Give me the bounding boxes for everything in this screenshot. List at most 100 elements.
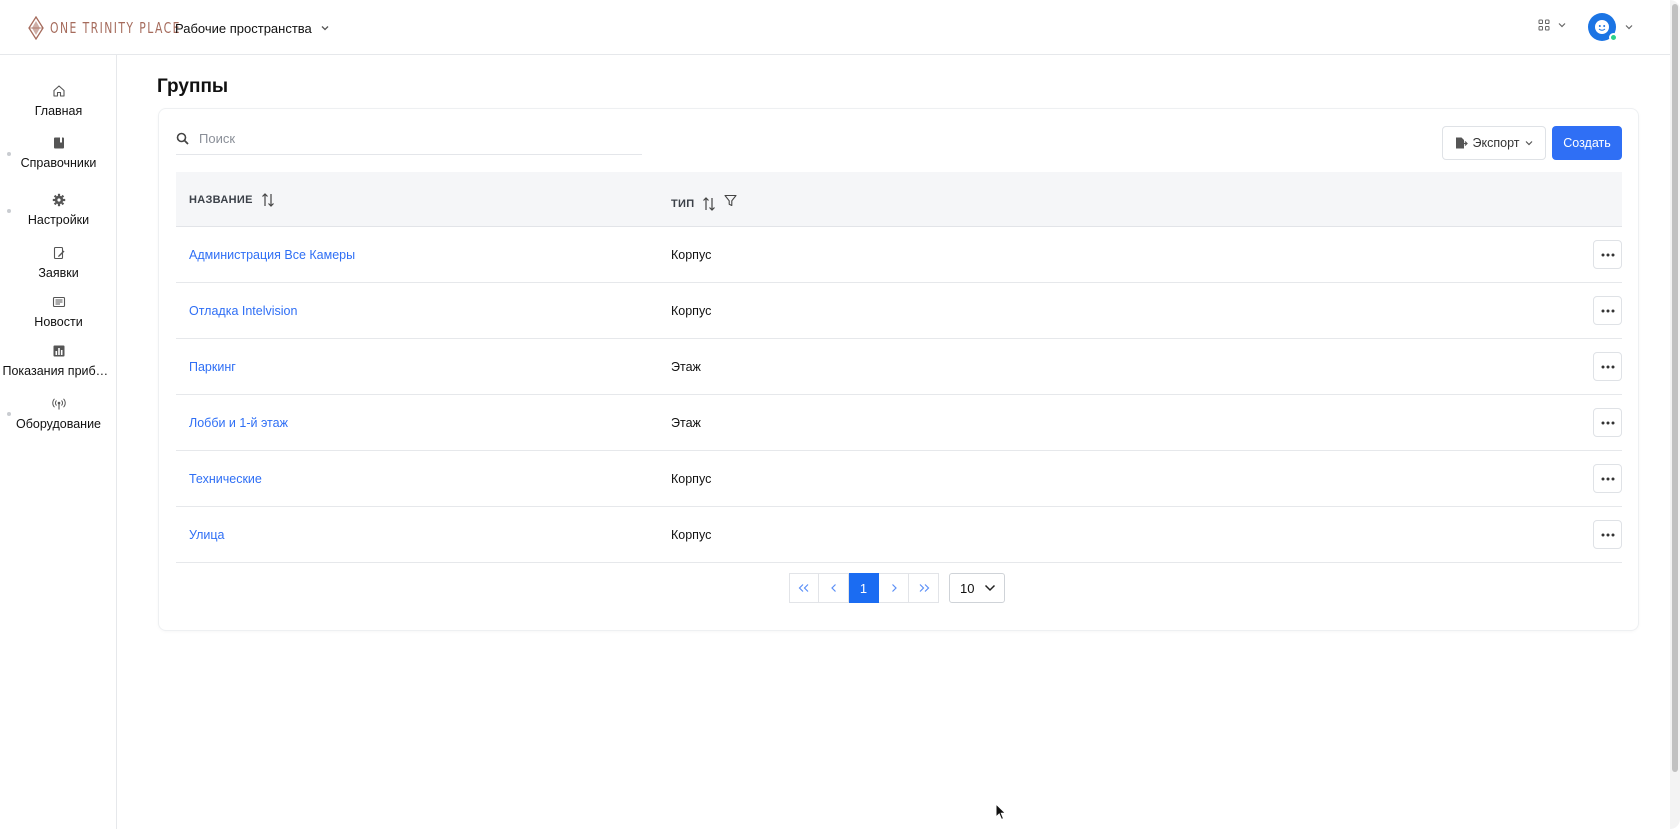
- search-icon: [176, 132, 189, 145]
- sidebar-item-requests[interactable]: Заявки: [0, 246, 117, 280]
- page-title: Группы: [157, 76, 229, 97]
- export-button[interactable]: Экспорт: [1442, 126, 1546, 160]
- row-actions-button[interactable]: [1593, 408, 1622, 437]
- group-type: Этаж: [671, 415, 701, 430]
- user-face-icon: [1595, 20, 1609, 34]
- search-bar: [176, 123, 642, 155]
- export-label: Экспорт: [1472, 136, 1520, 150]
- gear-icon: [52, 193, 65, 207]
- table-row: Улица Корпус: [176, 507, 1622, 563]
- double-chevron-right-icon: [919, 584, 929, 592]
- group-type: Корпус: [671, 527, 712, 542]
- pagination: 1 10: [789, 573, 1005, 603]
- antenna-icon: [51, 398, 66, 410]
- page-size-value: 10: [960, 580, 975, 596]
- group-type: Корпус: [671, 303, 712, 318]
- more-dots-icon: [1601, 421, 1614, 424]
- group-type: Корпус: [671, 471, 712, 486]
- more-dots-icon: [1601, 253, 1614, 256]
- group-name-link[interactable]: Технические: [189, 451, 262, 506]
- apps-menu-button[interactable]: [1538, 19, 1567, 31]
- more-dots-icon: [1601, 309, 1614, 312]
- row-actions-button[interactable]: [1593, 464, 1622, 493]
- scrollbar-thumb[interactable]: [1672, 4, 1678, 772]
- table-row: Паркинг Этаж: [176, 339, 1622, 395]
- page-number-button[interactable]: 1: [849, 573, 879, 603]
- last-page-button[interactable]: [909, 573, 939, 603]
- table-row: Администрация Все Камеры Корпус: [176, 227, 1622, 283]
- more-dots-icon: [1601, 477, 1614, 480]
- group-name-link[interactable]: Улица: [189, 507, 225, 562]
- row-actions-button[interactable]: [1593, 520, 1622, 549]
- chevron-right-icon: [891, 584, 897, 592]
- workspace-dropdown[interactable]: Рабочие пространства: [175, 18, 330, 38]
- sidebar-item-settings[interactable]: Настройки: [0, 193, 117, 227]
- row-actions-button[interactable]: [1593, 296, 1622, 325]
- grid-icon: [1538, 19, 1550, 31]
- sidebar-item-label: Новости: [34, 315, 83, 329]
- user-menu-button[interactable]: [1588, 13, 1634, 42]
- page-size-select[interactable]: 10: [949, 573, 1005, 603]
- brand-logo[interactable]: ONE TRINITY PLACE: [28, 16, 182, 40]
- filter-icon[interactable]: [724, 194, 737, 207]
- page-scrollbar[interactable]: [1670, 0, 1680, 829]
- chevron-down-icon: [321, 26, 329, 31]
- sidebar-item-home[interactable]: Главная: [0, 84, 117, 118]
- column-title: НАЗВАНИЕ: [189, 193, 253, 206]
- sidebar-item-label: Главная: [34, 104, 83, 118]
- chevron-down-icon: [1526, 141, 1533, 146]
- column-title: ТИП: [671, 197, 695, 210]
- chevron-down-icon: [1558, 23, 1566, 28]
- column-header-name: НАЗВАНИЕ: [189, 172, 275, 227]
- group-name-link[interactable]: Администрация Все Камеры: [189, 227, 355, 282]
- search-input[interactable]: [199, 131, 619, 146]
- prev-page-button[interactable]: [819, 573, 849, 603]
- chevron-down-icon: [984, 584, 996, 592]
- groups-card: Экспорт Создать НАЗВАНИЕ ТИП: [158, 108, 1639, 631]
- table-header: НАЗВАНИЕ ТИП: [176, 172, 1622, 227]
- sidebar-item-meter-readings[interactable]: Показания прибо…: [0, 344, 117, 378]
- app-window: ONE TRINITY PLACE Рабочие пространства Г…: [0, 0, 1680, 829]
- group-name-link[interactable]: Лобби и 1-й этаж: [189, 395, 288, 450]
- sidebar-item-label: Справочники: [20, 156, 97, 170]
- row-actions-button[interactable]: [1593, 240, 1622, 269]
- request-icon: [53, 246, 64, 260]
- newspaper-icon: [52, 296, 65, 308]
- chevron-left-icon: [830, 584, 836, 592]
- top-header: ONE TRINITY PLACE Рабочие пространства: [0, 0, 1670, 55]
- mouse-cursor-icon: [995, 803, 1007, 821]
- home-icon: [52, 85, 65, 97]
- table-row: Лобби и 1-й этаж Этаж: [176, 395, 1622, 451]
- export-file-icon: [1455, 137, 1468, 149]
- more-dots-icon: [1601, 365, 1614, 368]
- workspace-label: Рабочие пространства: [175, 20, 312, 36]
- online-status-dot: [1609, 33, 1618, 42]
- column-header-type: ТИП: [671, 172, 737, 227]
- sidebar-item-label: Показания прибо…: [2, 364, 115, 378]
- brand-name: ONE TRINITY PLACE: [50, 19, 181, 37]
- table-row: Отладка Intelvision Корпус: [176, 283, 1622, 339]
- groups-table: НАЗВАНИЕ ТИП Администрация Все Камеры Ко…: [176, 172, 1622, 563]
- sidebar-item-label: Оборудование: [15, 417, 102, 431]
- avatar: [1588, 13, 1618, 42]
- sidebar-item-equipment[interactable]: Оборудование: [0, 397, 117, 431]
- sort-icon[interactable]: [261, 192, 275, 208]
- bar-chart-icon: [53, 345, 64, 357]
- sidebar: Главная Справочники Настройки Заявки Нов…: [0, 55, 117, 829]
- row-actions-button[interactable]: [1593, 352, 1622, 381]
- book-icon: [53, 137, 64, 149]
- create-button[interactable]: Создать: [1552, 126, 1622, 160]
- more-dots-icon: [1601, 533, 1614, 536]
- sidebar-item-label: Настройки: [27, 213, 90, 227]
- group-name-link[interactable]: Паркинг: [189, 339, 236, 394]
- table-row: Технические Корпус: [176, 451, 1622, 507]
- sidebar-item-label: Заявки: [38, 266, 79, 280]
- group-name-link[interactable]: Отладка Intelvision: [189, 283, 297, 338]
- next-page-button[interactable]: [879, 573, 909, 603]
- sort-icon[interactable]: [702, 196, 716, 212]
- double-chevron-left-icon: [798, 584, 809, 592]
- first-page-button[interactable]: [789, 573, 819, 603]
- logo-mark-icon: [28, 16, 44, 40]
- sidebar-item-references[interactable]: Справочники: [0, 136, 117, 170]
- sidebar-item-news[interactable]: Новости: [0, 295, 117, 329]
